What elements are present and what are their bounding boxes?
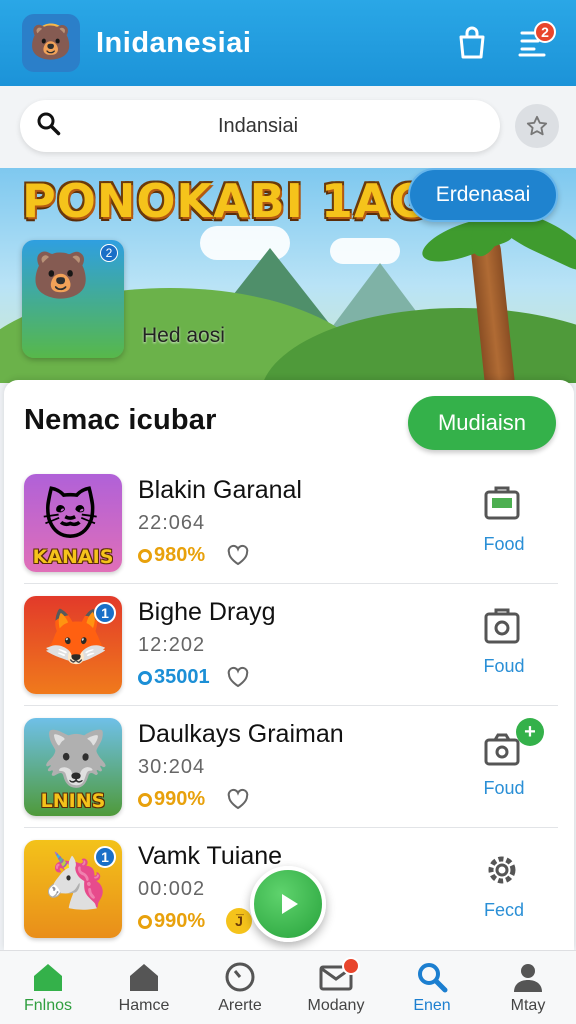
app-title: Inidanesiai (96, 26, 252, 59)
thumbnail-caption: KANAIS (32, 546, 114, 568)
app-logo-icon[interactable]: 🐻 (22, 14, 80, 72)
action-label[interactable]: Food (464, 534, 544, 555)
banner-title: PONOKABI 1AGO (22, 174, 470, 228)
game-score: 990% (138, 910, 205, 933)
list-item[interactable]: 🐺 LNINS Daulkays Graiman 30:204 990% + F… (4, 706, 574, 828)
score-value: 990% (154, 910, 206, 932)
heart-icon[interactable] (226, 666, 250, 693)
game-thumbnail[interactable]: 🦄 1 (24, 840, 122, 938)
search-input[interactable]: Indansiai (20, 100, 500, 152)
game-score: 35001 (138, 666, 210, 689)
nav-label: Mtay (510, 997, 546, 1014)
settings-gear-icon[interactable] (480, 848, 524, 892)
nav-label: Fnlnos (23, 997, 73, 1014)
house-icon (130, 964, 158, 991)
featured-game-tile[interactable]: 🐻 2 (22, 240, 124, 358)
search-bar-row: Indansiai (0, 86, 576, 168)
cat-character-icon: 🐱 (42, 486, 99, 546)
favorites-star-button[interactable] (515, 104, 559, 148)
heart-icon[interactable] (226, 788, 250, 815)
shopping-bag-icon[interactable] (450, 21, 494, 65)
action-label[interactable]: Foud (464, 778, 544, 799)
list-heading: Nemac icubar (24, 404, 217, 436)
nav-badge (342, 957, 360, 975)
score-value: 990% (154, 788, 206, 810)
search-query: Indansiai (217, 114, 299, 137)
reward-badge: J̅ (226, 908, 252, 934)
game-title: Bighe Drayg (138, 598, 276, 626)
thumbnail-caption: LNINS (40, 790, 106, 812)
app-header: 🐻 Inidanesiai 2 (0, 0, 576, 86)
play-button[interactable] (250, 866, 326, 942)
game-time: 12:202 (138, 634, 206, 656)
gear-box-icon[interactable] (480, 604, 524, 648)
nav-item-enen[interactable]: Enen (384, 951, 480, 1024)
game-thumbnail[interactable]: 🐱 KANAIS (24, 474, 122, 572)
score-value: 980% (154, 544, 206, 566)
notification-badge: 2 (534, 21, 556, 43)
nav-item-fnlnos[interactable]: Fnlnos (0, 951, 96, 1024)
bear-character-icon: 🐻 (32, 249, 90, 301)
thumbnail-badge: 1 (94, 602, 116, 624)
game-thumbnail[interactable]: 🐺 LNINS (24, 718, 122, 816)
nav-label: Modany (307, 997, 365, 1014)
action-label[interactable]: Foud (464, 656, 544, 677)
game-score: 990% (138, 788, 205, 811)
search-icon (36, 111, 62, 142)
thumbnail-badge: 1 (94, 846, 116, 868)
game-list-card: Nemac icubar Mudiaisn 🐱 KANAIS Blakin Ga… (4, 380, 574, 950)
nav-label: Arerte (218, 997, 262, 1014)
promo-banner[interactable]: PONOKABI 1AGO Erdenasai 🐻 2 Hed aosi (0, 168, 576, 383)
play-icon (282, 894, 298, 914)
game-time: 22:064 (138, 512, 206, 534)
nav-label: Hamce (118, 997, 170, 1014)
nav-item-hamce[interactable]: Hamce (96, 951, 192, 1024)
banner-caption: Hed aosi (142, 324, 225, 347)
tile-badge: 2 (100, 244, 118, 262)
add-plus-icon[interactable]: + (516, 718, 544, 746)
banner-action-button[interactable]: Erdenasai (408, 168, 558, 222)
coin-icon (138, 670, 152, 685)
game-title: Blakin Garanal (138, 476, 302, 504)
profile-icon (514, 964, 542, 992)
clock-icon (225, 962, 255, 992)
action-label[interactable]: Fecd (464, 900, 544, 921)
monitor-icon[interactable] (480, 482, 524, 526)
home-icon (34, 964, 62, 991)
game-thumbnail[interactable]: 🦊 1 (24, 596, 122, 694)
nav-item-mtay[interactable]: Mtay (480, 951, 576, 1024)
game-time: 00:002 (138, 878, 206, 900)
bottom-navigation: Fnlnos Hamce Arerte Modany Enen Mtay (0, 950, 576, 1024)
wolf-character-icon: 🐺 (42, 729, 110, 789)
star-icon (526, 115, 548, 136)
list-action-button[interactable]: Mudiaisn (408, 396, 556, 450)
search-icon (418, 963, 448, 993)
list-item[interactable]: 🐱 KANAIS Blakin Garanal 22:064 980% Food (4, 462, 574, 584)
game-title: Daulkays Graiman (138, 720, 344, 748)
heart-icon[interactable] (226, 544, 250, 571)
notifications-icon[interactable]: 2 (510, 21, 556, 65)
coin-icon (138, 792, 152, 807)
game-time: 30:204 (138, 756, 206, 778)
game-score: 980% (138, 544, 205, 567)
nav-item-arerte[interactable]: Arerte (192, 951, 288, 1024)
score-value: 35001 (154, 666, 210, 688)
game-title: Vamk Tuiane (138, 842, 283, 870)
nav-label: Enen (413, 997, 451, 1014)
coin-icon (138, 548, 152, 563)
nav-item-modany[interactable]: Modany (288, 951, 384, 1024)
coin-icon (138, 914, 152, 929)
list-item[interactable]: 🦊 1 Bighe Drayg 12:202 35001 Foud (4, 584, 574, 706)
